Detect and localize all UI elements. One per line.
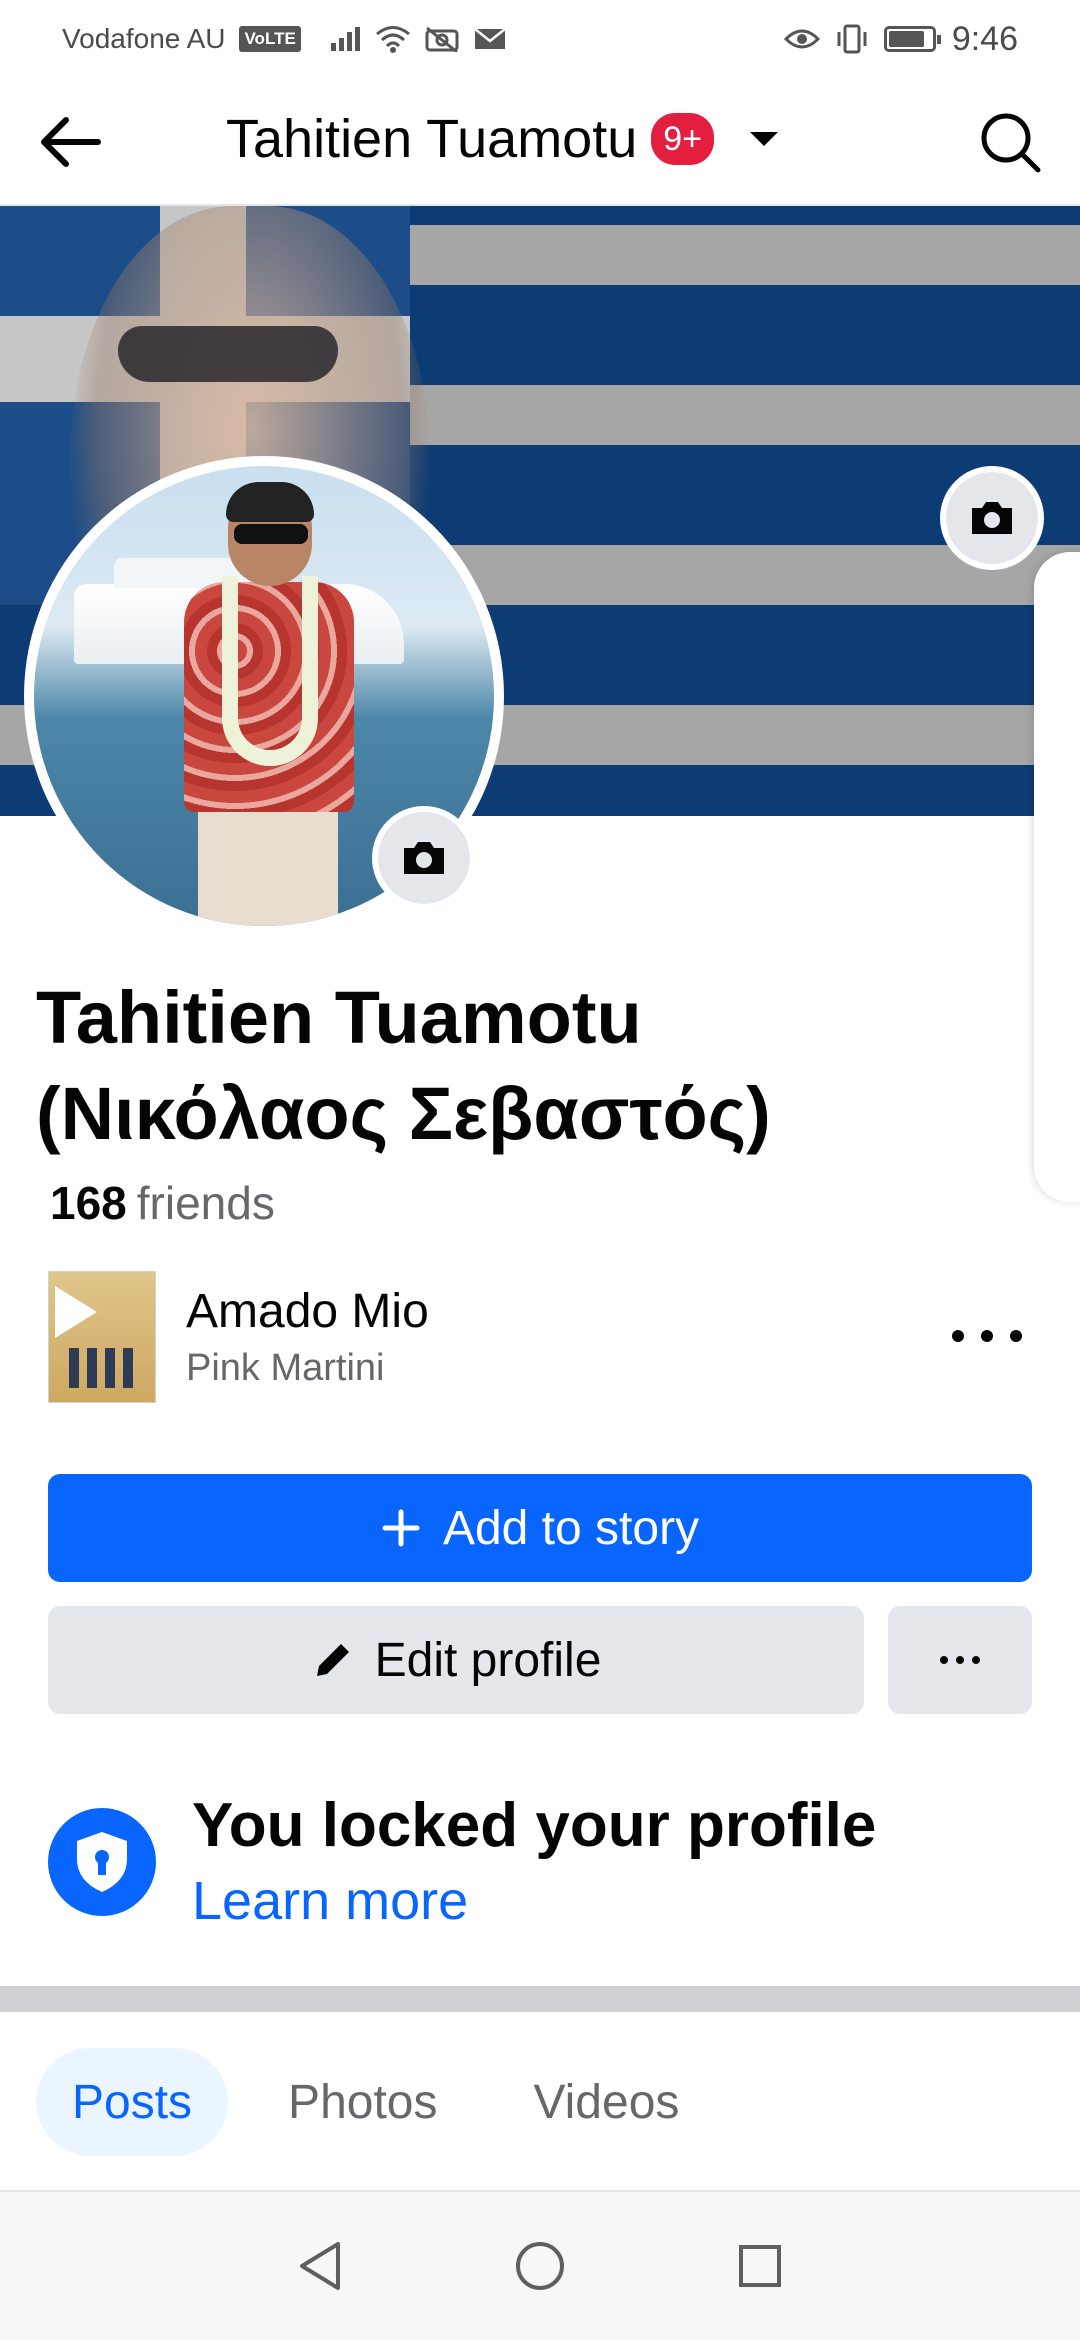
album-figures bbox=[69, 1348, 139, 1388]
back-button[interactable] bbox=[36, 112, 108, 172]
page-title: Tahitien Tuamotu bbox=[226, 109, 638, 169]
profile-music[interactable]: Amado Mio Pink Martini bbox=[48, 1270, 1038, 1404]
eye-icon bbox=[783, 29, 820, 49]
battery-fill bbox=[888, 31, 924, 47]
person-sunglasses bbox=[234, 524, 308, 544]
section-divider bbox=[0, 1986, 1080, 2012]
profile-name-line1: Tahitien Tuamotu bbox=[36, 976, 642, 1059]
more-dot bbox=[956, 1656, 964, 1664]
edit-profile-label: Edit profile bbox=[374, 1633, 602, 1687]
music-text: Amado Mio Pink Martini bbox=[186, 1284, 429, 1390]
status-bar: Vodafone AU VoLTE 9:46 bbox=[0, 0, 1080, 78]
camera-icon bbox=[972, 502, 1012, 534]
edit-profile-picture-button[interactable] bbox=[372, 806, 476, 910]
camera-off-icon bbox=[425, 26, 459, 52]
edit-cover-button[interactable] bbox=[940, 466, 1044, 570]
cover-sunglasses bbox=[118, 326, 338, 382]
shield-lock-icon bbox=[48, 1808, 156, 1916]
side-panel-edge[interactable] bbox=[1034, 552, 1080, 1202]
tab-posts[interactable]: Posts bbox=[36, 2048, 229, 2156]
battery-icon bbox=[883, 26, 941, 52]
friends-number: 168 bbox=[50, 1177, 127, 1229]
add-to-story-label: Add to story bbox=[442, 1501, 700, 1555]
nav-back-button[interactable] bbox=[290, 2236, 350, 2296]
learn-more-link[interactable]: Learn more bbox=[192, 1870, 468, 1932]
navigation-bar bbox=[0, 2192, 1080, 2340]
add-to-story-button[interactable]: Add to story bbox=[48, 1474, 1032, 1582]
music-more-button[interactable] bbox=[952, 1316, 1022, 1356]
notification-badge: 9+ bbox=[651, 113, 715, 165]
more-dot bbox=[940, 1656, 948, 1664]
volte-badge: VoLTE bbox=[239, 26, 301, 52]
profile-name: Tahitien Tuamotu (Νικόλαος Σεβαστός) bbox=[36, 970, 1016, 1162]
nav-home-button[interactable] bbox=[510, 2236, 570, 2296]
friends-count[interactable]: 168 friends bbox=[50, 1176, 275, 1230]
flower-lei bbox=[222, 576, 318, 766]
pencil-icon bbox=[316, 1644, 349, 1676]
carrier-label: Vodafone AU bbox=[62, 23, 226, 54]
lock-notice-title: You locked your profile bbox=[192, 1791, 877, 1860]
chevron-down-icon bbox=[750, 132, 779, 146]
album-art[interactable] bbox=[48, 1271, 156, 1403]
clock: 9:46 bbox=[951, 19, 1018, 58]
nav-recents-button[interactable] bbox=[730, 2236, 790, 2296]
mail-icon bbox=[474, 28, 506, 49]
more-dot bbox=[952, 1330, 964, 1342]
square-recents-icon bbox=[739, 2245, 781, 2287]
vibrate-icon bbox=[837, 24, 867, 54]
plus-icon bbox=[382, 1509, 420, 1547]
person-pants bbox=[198, 808, 338, 926]
profile-name-line2: (Νικόλαος Σεβαστός) bbox=[36, 1072, 771, 1155]
profile-more-button[interactable] bbox=[888, 1606, 1032, 1714]
person-hair bbox=[226, 482, 314, 522]
shield-icon bbox=[77, 1832, 127, 1892]
edit-profile-button[interactable]: Edit profile bbox=[48, 1606, 864, 1714]
status-left: Vodafone AU VoLTE bbox=[62, 23, 507, 55]
search-icon bbox=[981, 113, 1041, 173]
status-right: 9:46 bbox=[783, 19, 1018, 59]
status-icons bbox=[330, 25, 507, 53]
circle-home-icon bbox=[516, 2242, 564, 2290]
triangle-back-icon bbox=[300, 2242, 340, 2290]
more-dot bbox=[981, 1330, 993, 1342]
person-shape bbox=[184, 482, 354, 926]
camera-icon bbox=[404, 842, 444, 874]
tab-photos[interactable]: Photos bbox=[252, 2048, 473, 2156]
play-icon bbox=[55, 1286, 97, 1338]
more-dot bbox=[1010, 1330, 1022, 1342]
song-title: Amado Mio bbox=[186, 1285, 429, 1338]
more-dot bbox=[972, 1656, 980, 1664]
arrow-left-icon bbox=[41, 117, 101, 167]
search-button[interactable] bbox=[976, 108, 1046, 178]
app-bar: Tahitien Tuamotu 9+ bbox=[0, 78, 1080, 206]
wifi-icon bbox=[375, 26, 410, 53]
signal-icon bbox=[330, 27, 360, 51]
song-artist: Pink Martini bbox=[186, 1347, 385, 1389]
tab-videos[interactable]: Videos bbox=[497, 2048, 715, 2156]
friends-label: friends bbox=[136, 1177, 275, 1229]
profile-switcher[interactable]: Tahitien Tuamotu 9+ bbox=[226, 108, 779, 170]
profile-tabs: Posts Photos Videos bbox=[36, 2048, 715, 2156]
